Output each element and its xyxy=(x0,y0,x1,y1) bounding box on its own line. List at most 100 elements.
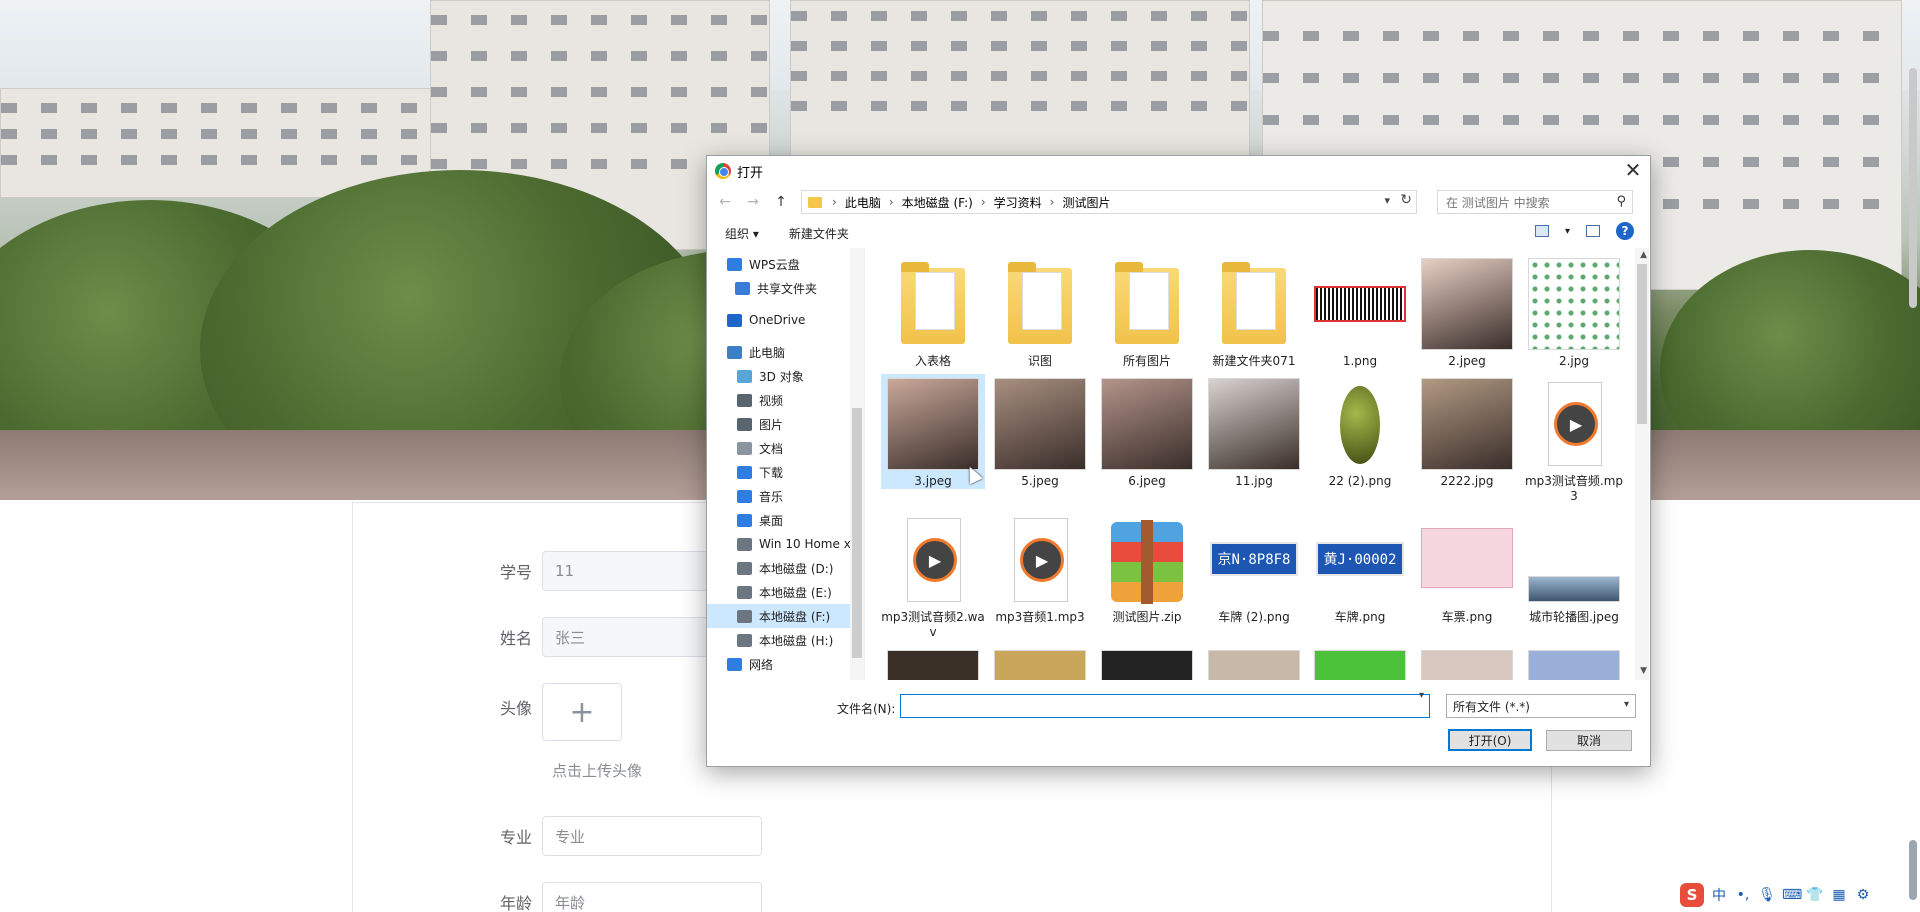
sidebar-item[interactable]: 本地磁盘 (H:) xyxy=(707,628,864,652)
file-item[interactable]: 入表格 xyxy=(881,254,985,369)
dialog-title-bar[interactable]: 打开 ✕ xyxy=(707,156,1650,186)
ime-toolbar[interactable]: S 中 •, 🎙 ⌨ 👕 ▦ ⚙ xyxy=(1676,882,1876,908)
sidebar-item[interactable]: 此电脑 xyxy=(707,340,864,364)
file-name: 新建文件夹071 xyxy=(1212,354,1296,368)
file-item[interactable]: 测试图片.zip xyxy=(1095,510,1199,625)
age-input[interactable]: 年龄 xyxy=(542,882,762,912)
image-thumbnail xyxy=(1208,650,1300,680)
file-name: 5.jpeg xyxy=(1021,474,1059,488)
file-item[interactable] xyxy=(1415,646,1519,680)
search-input[interactable]: 在 测试图片 中搜索 ⚲ xyxy=(1437,190,1633,214)
breadcrumb-this-pc[interactable]: 此电脑 xyxy=(845,194,881,211)
file-scroll-thumb[interactable] xyxy=(1637,264,1647,424)
new-folder-button[interactable]: 新建文件夹 xyxy=(789,225,849,242)
file-item[interactable]: 6.jpeg xyxy=(1095,374,1199,489)
file-item[interactable]: 2.jpg xyxy=(1522,254,1626,369)
refresh-icon[interactable]: ↻ xyxy=(1400,192,1412,208)
file-scrollbar[interactable]: ▲ ▼ xyxy=(1635,248,1649,680)
sidebar-item[interactable]: 图片 xyxy=(707,412,864,436)
file-item[interactable]: 11.jpg xyxy=(1202,374,1306,489)
organize-menu[interactable]: 组织 ▾ xyxy=(725,225,759,242)
ime-mode-chinese[interactable]: 中 xyxy=(1710,885,1728,905)
sidebar-item[interactable]: 桌面 xyxy=(707,508,864,532)
sidebar-item[interactable]: Win 10 Home x xyxy=(707,532,864,556)
preview-pane-icon[interactable] xyxy=(1586,225,1600,237)
file-item[interactable]: 2222.jpg xyxy=(1415,374,1519,489)
chevron-down-icon[interactable]: ▾ xyxy=(1384,194,1390,207)
major-input[interactable]: 专业 xyxy=(542,816,762,856)
view-options-icon[interactable] xyxy=(1534,225,1549,237)
file-item[interactable] xyxy=(1095,646,1199,680)
sidebar-item[interactable]: 文档 xyxy=(707,436,864,460)
page-scroll-thumb[interactable] xyxy=(1909,68,1917,308)
file-item[interactable] xyxy=(1202,646,1306,680)
file-item[interactable]: 识图 xyxy=(988,254,1092,369)
help-icon[interactable]: ? xyxy=(1616,222,1634,240)
file-item[interactable]: 新建文件夹071 xyxy=(1202,254,1306,369)
sidebar-item[interactable]: 本地磁盘 (E:) xyxy=(707,580,864,604)
file-item[interactable]: 1.png xyxy=(1308,254,1412,369)
sogou-logo-icon[interactable]: S xyxy=(1680,883,1704,907)
sidebar-item[interactable]: 网络 xyxy=(707,652,864,676)
back-icon[interactable]: ← xyxy=(713,194,737,210)
breadcrumb-study[interactable]: 学习资料 xyxy=(994,194,1042,211)
sidebar-item[interactable]: 3D 对象 xyxy=(707,364,864,388)
file-name: 1.png xyxy=(1342,354,1378,368)
file-item[interactable]: 22 (2).png xyxy=(1308,374,1412,489)
toolbox-icon[interactable]: ▦ xyxy=(1830,887,1848,903)
nav-scrollbar[interactable] xyxy=(850,248,864,680)
page-scrollbar[interactable] xyxy=(1906,60,1920,912)
filename-input[interactable] xyxy=(900,694,1430,718)
nav-scroll-thumb[interactable] xyxy=(852,408,862,658)
settings-icon[interactable]: ⚙ xyxy=(1854,887,1872,903)
file-item[interactable] xyxy=(1522,646,1626,680)
file-item[interactable]: 2.jpeg xyxy=(1415,254,1519,369)
sidebar-item[interactable]: 本地磁盘 (D:) xyxy=(707,556,864,580)
close-button[interactable]: ✕ xyxy=(1620,158,1646,184)
folder-icon xyxy=(808,196,822,208)
breadcrumb-test-images[interactable]: 测试图片 xyxy=(1062,194,1110,211)
avatar-upload-button[interactable]: + xyxy=(542,683,622,741)
microphone-icon[interactable]: 🎙 xyxy=(1758,887,1776,903)
sidebar-item[interactable]: WPS云盘 xyxy=(707,252,864,276)
file-item[interactable]: 5.jpeg xyxy=(988,374,1092,489)
drive-icon xyxy=(737,585,752,599)
sidebar-item[interactable]: OneDrive xyxy=(707,308,864,332)
view-tools: ▾ ? xyxy=(1534,222,1634,240)
search-icon[interactable]: ⚲ xyxy=(1616,194,1626,209)
sidebar-item[interactable]: 本地磁盘 (F:) xyxy=(707,604,864,628)
keyboard-icon[interactable]: ⌨ xyxy=(1782,887,1802,903)
sidebar-item[interactable]: 视频 xyxy=(707,388,864,412)
file-item[interactable]: 所有图片 xyxy=(1095,254,1199,369)
address-bar[interactable]: › 此电脑 › 本地磁盘 (F:) › 学习资料 › 测试图片 ▾ ↻ xyxy=(801,190,1417,214)
page-scroll-thumb-active[interactable] xyxy=(1909,840,1917,900)
file-item[interactable] xyxy=(881,646,985,680)
file-item[interactable]: ▶ mp3测试音频.mp3 xyxy=(1522,374,1626,504)
up-icon[interactable]: ↑ xyxy=(769,194,793,210)
cancel-button[interactable]: 取消 xyxy=(1546,730,1632,751)
scroll-up-icon[interactable]: ▲ xyxy=(1640,250,1647,260)
chevron-down-icon[interactable]: ▾ xyxy=(1565,226,1570,237)
file-item[interactable]: 城市轮播图.jpeg xyxy=(1522,510,1626,625)
file-item[interactable]: ▶ mp3音频1.mp3 xyxy=(988,510,1092,625)
breadcrumb-drive-f[interactable]: 本地磁盘 (F:) xyxy=(902,194,973,211)
drive-icon xyxy=(737,561,752,575)
image-thumbnail xyxy=(887,378,979,470)
file-name: 城市轮播图.jpeg xyxy=(1529,610,1619,624)
file-type-select[interactable]: 所有文件 (*.*) ▾ xyxy=(1446,694,1636,718)
sidebar-item[interactable]: 音乐 xyxy=(707,484,864,508)
sidebar-item[interactable]: 共享文件夹 xyxy=(707,276,864,300)
file-item[interactable]: 黄J·00002 车牌.png xyxy=(1308,510,1412,625)
file-item[interactable]: 车票.png xyxy=(1415,510,1519,625)
skin-icon[interactable]: 👕 xyxy=(1806,887,1824,903)
file-item[interactable]: ▶ mp3测试音频2.wav xyxy=(881,510,985,640)
forward-icon[interactable]: → xyxy=(741,194,765,210)
open-button[interactable]: 打开(O) xyxy=(1448,729,1532,751)
file-item[interactable]: 京N·8P8F8 车牌 (2).png xyxy=(1202,510,1306,625)
network-icon xyxy=(727,657,742,671)
punctuation-icon[interactable]: •, xyxy=(1734,887,1752,903)
file-item[interactable] xyxy=(988,646,1092,680)
sidebar-item[interactable]: 下载 xyxy=(707,460,864,484)
scroll-down-icon[interactable]: ▼ xyxy=(1640,666,1647,676)
file-item[interactable] xyxy=(1308,646,1412,680)
